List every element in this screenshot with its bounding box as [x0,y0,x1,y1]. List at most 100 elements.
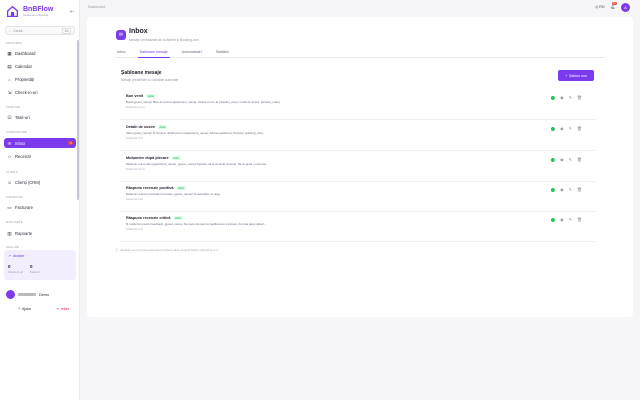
tab-sabloane[interactable]: Șabloane mesaje [137,50,170,58]
nav-taskuri-label: Task-uri [15,114,30,120]
nav-recenzii-label: Recenzii [15,153,32,159]
tab-statistici[interactable]: Statistici [214,50,231,58]
nav-rapoarte-label: Rapoarte [15,230,33,236]
preview-icon[interactable]: ◉ [560,157,564,162]
preview-icon[interactable]: ◉ [560,126,564,131]
nav-inbox-label: Inbox [15,140,26,146]
nav-inbox[interactable]: ✉ Inbox 3 [4,138,76,148]
nav-dashboard[interactable]: ▦ Dashboard [4,48,76,58]
sidebar-scrollbar[interactable] [77,40,79,200]
logout-button[interactable]: ⇥ Ieșire [56,307,70,311]
nav-taskuri[interactable]: ☑ Task-uri [4,112,76,122]
search-input[interactable]: ⌕ Caută... ⌘K [5,26,75,35]
delete-icon[interactable]: 🗑︎ [577,187,582,192]
tab-inbox[interactable]: Inbox [115,50,128,58]
template-meta: Folosit de 12 ori [126,106,145,109]
edit-icon[interactable]: ✎ [569,157,572,162]
delete-icon[interactable]: 🗑︎ [577,157,582,162]
toggle-icon[interactable]: ⬤ [551,126,555,131]
star-icon: ☆ [7,153,12,159]
building-icon: ⌂ [8,76,11,82]
nav-calendar-label: Calendar [15,63,32,69]
nav-rapoarte[interactable]: ▥ Rapoarte [4,228,76,238]
analytics-card[interactable]: ↗ Analize 0 Check-in-uri 0 Task-uri [4,250,76,280]
section-rapoarte: RAPOARTE [6,220,23,224]
nav-facturare-label: Facturare [15,204,33,210]
variables-note-text: Variabile sunt înlocuite automat la trim… [119,248,219,252]
template-card[interactable]: Bun venit Activ Bună {guest_name}! Bine a… [120,93,596,120]
analytics-left-value: 0 [8,264,11,269]
main-panel: ✉ Inbox Mesaje centralizate de la Airbnb… [87,17,633,317]
dashboard-icon: ▦ [7,50,12,56]
inbox-icon: ✉ [7,140,12,146]
notifications-button[interactable]: 🔔︎ 9+ [610,2,617,9]
status-badge: Activ [176,186,186,190]
nav-proprietati-label: Proprietăți [15,76,35,82]
nav-calendar[interactable]: ▤ Calendar [4,61,76,71]
section-comunicare: COMUNICARE [6,130,28,134]
nav-checkin-label: Check-in-uri [15,89,38,95]
language-switcher[interactable]: ◎ RO [595,5,604,9]
template-card[interactable]: Mulțumire după plecare Activ Mulțumim că … [120,155,596,182]
template-name: Detalii de sosire [126,125,156,129]
status-badge: Activ [146,94,156,98]
template-card[interactable]: Detalii de sosire Activ Salut {guest_name… [120,124,596,151]
nav-clienti[interactable]: ☺ Clienți (CRM) [4,177,76,187]
page-title: Inbox [129,28,148,35]
add-template-label: Șablon nou [569,73,587,78]
template-name: Răspuns recenzie pozitivă [126,186,174,190]
checkin-icon: ⇲ [7,89,12,95]
help-label: Ajutor [21,307,32,311]
preview-icon[interactable]: ◉ [560,95,564,100]
template-card[interactable]: Răspuns recenzie critică Activ Îți mulțum… [120,215,596,242]
edit-icon[interactable]: ✎ [569,126,572,131]
template-card[interactable]: Răspuns recenzie pozitivă Activ Mulțumim … [120,185,596,212]
preview-icon[interactable]: ◉ [560,187,564,192]
bell-icon: 🔔︎ [610,5,615,9]
edit-icon[interactable]: ✎ [569,187,572,192]
search-placeholder: Caută... [12,28,26,33]
delete-icon[interactable]: 🗑︎ [577,95,582,100]
status-badge: Activ [173,216,183,220]
help-button[interactable]: ? Ajutor [18,307,31,311]
sidebar: BnBFlow Gestionare proprietăți ⇤ ⌕ Caută… [0,0,80,400]
help-icon: ? [18,307,20,311]
logout-label: Ieșire [60,307,70,311]
notification-badge: 9+ [612,2,617,5]
edit-icon[interactable]: ✎ [569,95,572,100]
globe-icon: ◎ [595,5,599,9]
section-principal: PRINCIPAL [6,41,23,45]
breadcrumb[interactable]: Dashboard [88,5,105,9]
brand-subtitle: Gestionare proprietăți [23,14,48,17]
template-desc: Bună {guest_name}! Bine ai venit la {apa… [126,100,281,104]
toggle-icon[interactable]: ⬤ [551,95,555,100]
preview-icon[interactable]: ◉ [560,217,564,222]
brand-title: BnBFlow [23,6,54,13]
search-shortcut: ⌘K [62,27,71,34]
delete-icon[interactable]: 🗑︎ [577,217,582,222]
nav-checkin[interactable]: ⇲ Check-in-uri [4,87,76,97]
add-template-button[interactable]: + Șablon nou [558,70,594,81]
toggle-icon[interactable]: ⬤ [551,217,555,222]
nav-facturare[interactable]: ▭ Facturare [4,202,76,212]
edit-icon[interactable]: ✎ [569,217,572,222]
template-desc: Mulțumim că ai ales {apartment_name}, {g… [126,162,269,166]
inbox-badge: 3 [68,141,73,145]
section-financiar: FINANCIAR [6,195,23,199]
nav-recenzii[interactable]: ☆ Recenzii [4,151,76,161]
delete-icon[interactable]: 🗑︎ [577,126,582,131]
user-name: Demo [39,292,50,297]
tab-automatizari[interactable]: Automatizări [180,50,204,58]
collapse-sidebar-icon[interactable]: ⇤ [70,9,76,15]
template-meta: Folosit de 8 ori [126,137,144,140]
user-profile[interactable]: Demo [6,290,49,299]
toggle-icon[interactable]: ⬤ [551,157,555,162]
user-name-redacted [18,293,36,296]
brand[interactable]: BnBFlow Gestionare proprietăți [6,5,53,18]
templates-subtitle: Mesaje predefinite cu variabile automate [121,78,179,82]
plus-icon: + [565,73,568,78]
nav-proprietati[interactable]: ⌂ Proprietăți [4,74,76,84]
user-avatar[interactable]: A [621,2,630,12]
toggle-icon[interactable]: ⬤ [551,187,555,192]
analytics-right-value: 0 [30,264,33,269]
